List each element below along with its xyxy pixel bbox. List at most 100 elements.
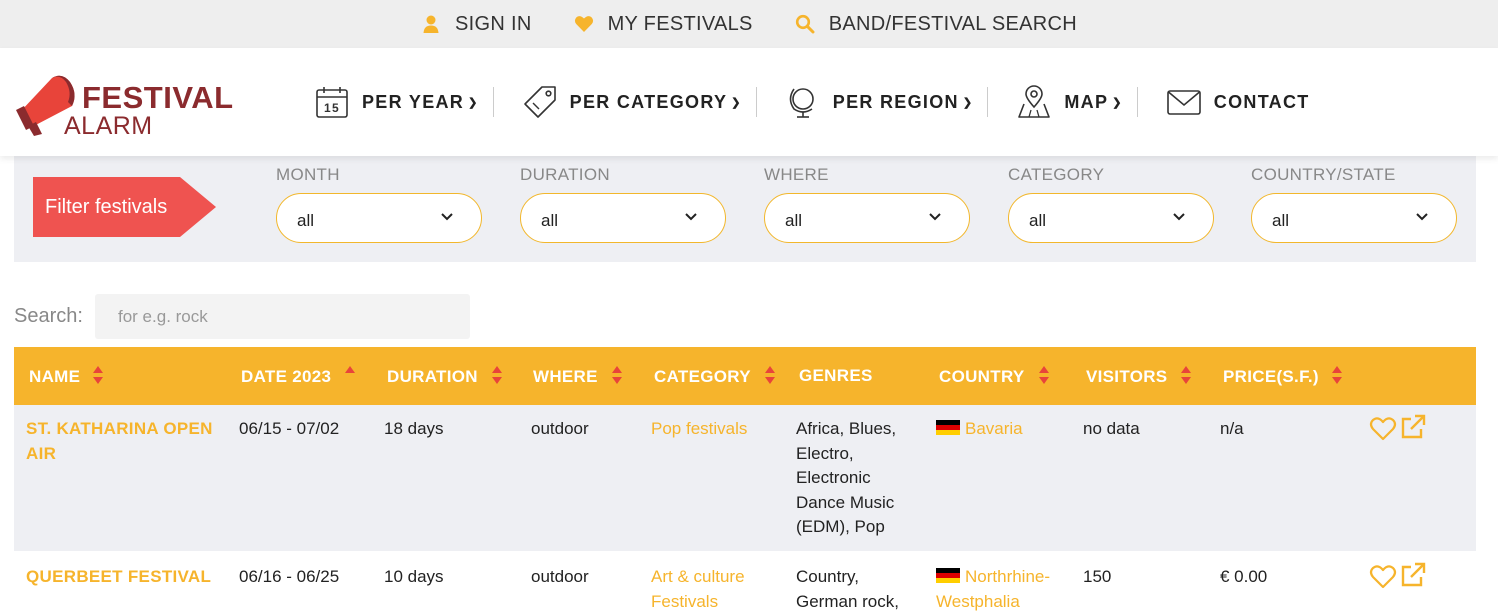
chevron-down-icon: ❯ (468, 96, 479, 109)
column-header-duration[interactable]: DURATION (387, 366, 502, 387)
external-link-icon[interactable] (1399, 413, 1427, 441)
month-select[interactable]: all (276, 193, 482, 243)
region-link[interactable]: Bavaria (965, 419, 1023, 438)
user-icon (423, 15, 439, 33)
select-value: all (785, 211, 803, 230)
column-header-country[interactable]: COUNTRY (939, 366, 1049, 387)
filter-label: MONTH (276, 165, 340, 184)
column-header-where[interactable]: WHERE (533, 366, 622, 387)
nav-per-region[interactable]: PER REGION ❯ (785, 84, 974, 120)
date-cell: 06/16 - 06/25 (239, 567, 340, 586)
nav-divider (987, 87, 989, 117)
filter-festivals-label: Filter festivals (45, 196, 168, 218)
main-nav: 15 PER YEAR ❯ PER CATEGORY ❯ PER REGION (314, 48, 1310, 156)
column-header-visitors[interactable]: VISITORS (1086, 366, 1191, 387)
category-link[interactable]: Art & culture Festivals (651, 565, 745, 614)
nav-per-year[interactable]: 15 PER YEAR ❯ (314, 84, 479, 120)
column-header-label: VISITORS (1086, 367, 1168, 386)
country-state-select[interactable]: all (1251, 193, 1457, 243)
region-link-line[interactable]: Westphalia (936, 590, 1050, 614)
column-header-category[interactable]: CATEGORY (654, 366, 775, 387)
sort-icon (492, 366, 502, 384)
chevron-down-icon (929, 213, 941, 221)
region-link[interactable]: Northrhine- (965, 567, 1050, 586)
column-header-date[interactable]: DATE 2023 (241, 366, 355, 387)
search-icon (795, 14, 815, 34)
nav-contact[interactable]: CONTACT (1166, 84, 1310, 120)
column-header-label: DURATION (387, 367, 478, 386)
germany-flag-icon (936, 420, 960, 435)
sort-icon (93, 366, 103, 384)
genres-line: German rock, (796, 591, 899, 611)
table-row: QUERBEET FESTIVAL 06/16 - 06/25 10 days … (14, 551, 1476, 614)
filter-festivals-button[interactable]: Filter festivals (33, 177, 216, 237)
festival-alarm-logo[interactable]: FESTIVAL ALARM (14, 68, 244, 140)
filter-panel: Filter festivals MONTH all DURATION all … (14, 156, 1476, 262)
chevron-down-icon (1416, 213, 1428, 221)
chevron-down-icon (441, 213, 453, 221)
genres-line: Electro, (796, 443, 854, 463)
sort-icon (612, 366, 622, 384)
table-row: ST. KATHARINA OPEN AIR 06/15 - 07/02 18 … (14, 405, 1476, 551)
chevron-down-icon: ❯ (1112, 96, 1123, 109)
festival-name-line: AIR (26, 443, 57, 463)
country-cell: Bavaria (936, 417, 1023, 442)
tag-icon (523, 86, 556, 118)
map-pin-icon (1018, 85, 1051, 118)
heart-outline-icon[interactable] (1369, 415, 1397, 443)
my-festivals-link[interactable]: MY FESTIVALS (574, 13, 753, 36)
genres-line: (EDM), Pop (796, 517, 885, 536)
duration-select[interactable]: all (520, 193, 726, 243)
where-cell: outdoor (531, 419, 589, 438)
category-line: Art & culture (651, 567, 745, 586)
nav-divider (1136, 87, 1138, 117)
sign-in-label: SIGN IN (455, 12, 532, 35)
chevron-down-icon (1173, 213, 1185, 221)
festival-name-line: ST. KATHARINA OPEN (26, 419, 213, 438)
column-header-label: DATE 2023 (241, 367, 332, 386)
filter-label: WHERE (764, 165, 829, 184)
external-link-icon[interactable] (1399, 561, 1427, 589)
heart-icon (574, 16, 593, 32)
filter-label: DURATION (520, 165, 610, 184)
column-header-price[interactable]: PRICE(S.F.) (1223, 366, 1342, 387)
price-cell: n/a (1220, 419, 1244, 438)
logo-text-festival: FESTIVAL (82, 80, 234, 115)
where-select[interactable]: all (764, 193, 970, 243)
sign-in-link[interactable]: SIGN IN (421, 13, 532, 36)
category-line: Festivals (651, 591, 719, 611)
genres-line: Country, (796, 567, 859, 586)
nav-per-region-label: PER REGION (832, 91, 959, 112)
column-header-genres: GENRES (799, 366, 873, 386)
nav-per-year-label: PER YEAR (362, 91, 465, 112)
column-header-label: CATEGORY (654, 367, 751, 386)
band-festival-search-label: BAND/FESTIVAL SEARCH (828, 12, 1077, 35)
nav-per-category[interactable]: PER CATEGORY ❯ (522, 84, 742, 120)
column-header-label: COUNTRY (939, 367, 1025, 386)
duration-cell: 10 days (384, 567, 444, 586)
column-header-name[interactable]: NAME (29, 366, 103, 387)
calendar-icon: 15 (316, 87, 348, 118)
select-value: all (297, 211, 315, 230)
site-header: FESTIVAL ALARM 15 PER YEAR ❯ PER CATEGOR… (0, 48, 1498, 156)
price-cell: € 0.00 (1220, 567, 1268, 586)
sort-icon (765, 366, 775, 384)
festival-name-link[interactable]: ST. KATHARINA OPEN AIR (26, 417, 213, 466)
calendar-day: 15 (324, 101, 340, 115)
category-select[interactable]: all (1008, 193, 1214, 243)
search-input[interactable] (95, 294, 470, 339)
date-cell: 06/15 - 07/02 (239, 419, 340, 438)
heart-outline-icon[interactable] (1369, 563, 1397, 591)
festival-name-link[interactable]: QUERBEET FESTIVAL (26, 565, 211, 590)
filter-label: COUNTRY/STATE (1251, 165, 1396, 184)
chevron-down-icon (685, 213, 697, 221)
where-cell: outdoor (531, 567, 589, 586)
top-bar: SIGN IN MY FESTIVALS BAND/FESTIVAL SEARC… (0, 0, 1498, 48)
genres-cell: Africa, Blues, Electro, Electronic Dance… (796, 417, 896, 540)
band-festival-search-link[interactable]: BAND/FESTIVAL SEARCH (795, 13, 1077, 36)
category-link[interactable]: Pop festivals (651, 417, 747, 442)
nav-map-label: MAP (1064, 91, 1109, 112)
sort-ascending-icon (345, 366, 355, 373)
genres-line: Electronic (796, 468, 871, 487)
nav-map[interactable]: MAP ❯ (1016, 84, 1122, 120)
